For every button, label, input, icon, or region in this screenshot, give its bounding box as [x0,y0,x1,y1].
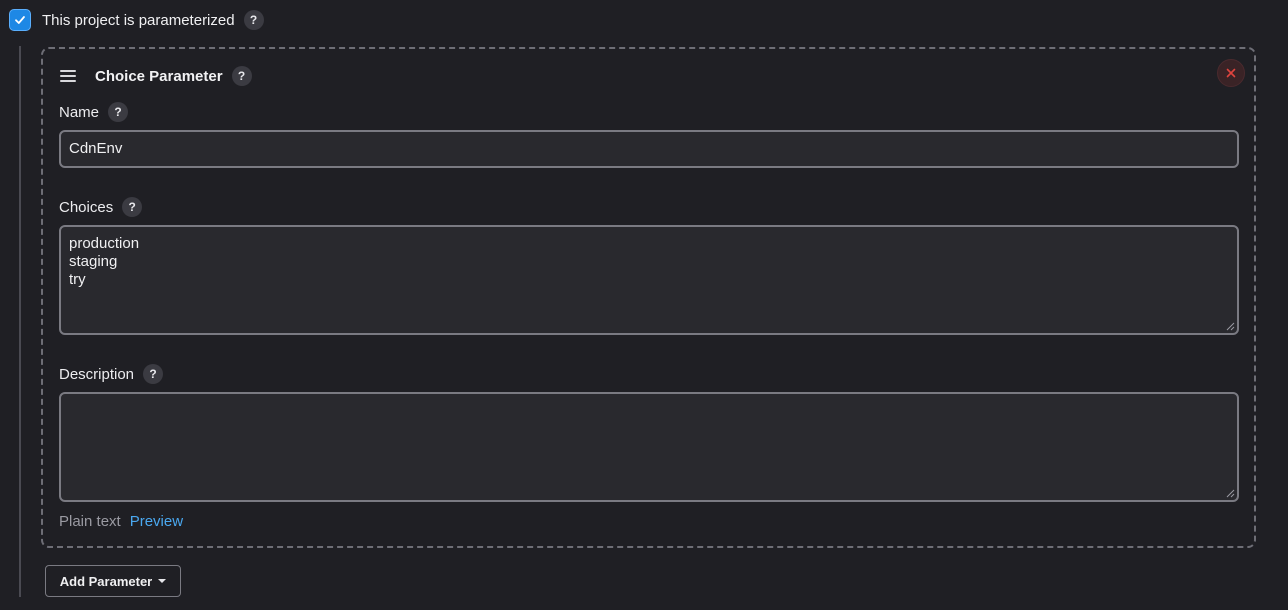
description-textarea[interactable] [59,392,1239,502]
section-indent-bar [19,46,21,597]
panel-title: Choice Parameter [95,67,223,85]
parameterized-row: This project is parameterized ? [9,8,264,32]
plain-text-label: Plain text [59,512,121,530]
name-label: Name [59,103,100,121]
add-parameter-label: Add Parameter [59,573,153,589]
choice-line: staging [69,253,118,270]
preview-link[interactable]: Preview [130,513,183,530]
resize-grip-icon[interactable] [1226,489,1235,498]
parameterized-checkbox[interactable] [9,9,31,31]
parameterized-help-icon[interactable]: ? [243,10,264,30]
choices-field-label-row: Choices ? [59,196,143,218]
choices-label: Choices [59,198,114,216]
resize-grip-icon[interactable] [1226,322,1235,331]
parameters-section: This project is parameterized ? Choice P… [0,0,1288,610]
choice-line: production [69,235,140,252]
choices-textarea[interactable]: production staging try [59,225,1239,335]
close-icon [1226,68,1236,78]
choice-parameter-panel: Choice Parameter ? Name ? CdnEnv Choices… [41,47,1256,548]
choice-line: try [69,271,86,288]
name-input[interactable]: CdnEnv [59,130,1239,168]
name-input-value: CdnEnv [69,140,123,157]
panel-header: Choice Parameter ? [60,65,252,87]
description-format-row: Plain text Preview [59,511,183,531]
delete-parameter-button[interactable] [1217,59,1245,87]
drag-handle-icon[interactable] [60,70,76,82]
caret-down-icon [158,579,167,583]
parameterized-label[interactable]: This project is parameterized [42,12,235,29]
panel-help-icon[interactable]: ? [231,66,252,86]
name-help-icon[interactable]: ? [108,102,129,122]
description-label: Description [59,365,135,383]
choices-help-icon[interactable]: ? [122,197,143,217]
check-icon [15,16,25,24]
description-help-icon[interactable]: ? [143,364,164,384]
description-field-label-row: Description ? [59,363,164,385]
add-parameter-button[interactable]: Add Parameter [45,565,181,597]
name-field-label-row: Name ? [59,101,129,123]
